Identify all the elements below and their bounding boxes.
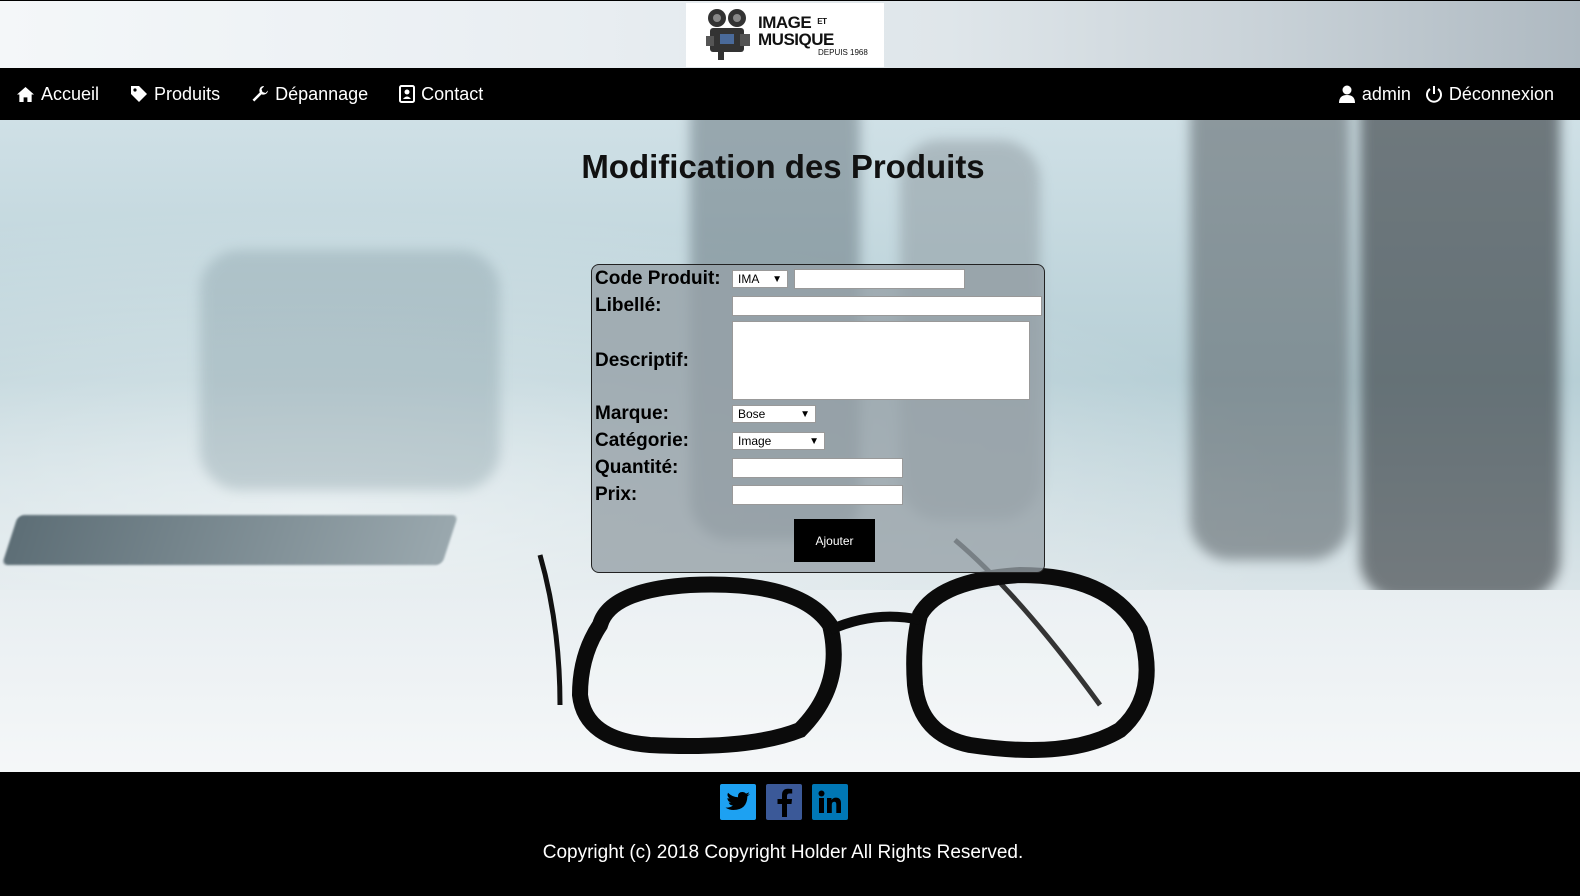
nav-item-logout[interactable]: Déconnexion xyxy=(1425,84,1554,105)
dropdown-arrow-icon: ▼ xyxy=(772,273,782,285)
logo-line3: DEPUIS 1968 xyxy=(818,47,868,57)
ajouter-button[interactable]: Ajouter xyxy=(794,519,875,562)
social-links xyxy=(720,784,858,820)
nav-item-user[interactable]: admin xyxy=(1338,84,1411,105)
nav-item-produits[interactable]: Produits xyxy=(130,84,220,105)
categorie-value: Image xyxy=(738,434,772,448)
dropdown-arrow-icon: ▼ xyxy=(809,435,819,447)
descriptif-label: Descriptif: xyxy=(595,349,689,371)
tag-icon xyxy=(131,86,148,102)
nav-label-user: admin xyxy=(1361,83,1411,104)
marque-select[interactable]: Bose ▼ xyxy=(732,405,816,423)
main-navbar: Accueil Produits Dépannage Contact admin… xyxy=(0,68,1580,120)
libelle-input[interactable] xyxy=(732,296,1042,316)
background-photo-window xyxy=(200,250,500,490)
quantite-input[interactable] xyxy=(732,458,903,478)
user-icon xyxy=(1338,85,1355,103)
nav-item-accueil[interactable]: Accueil xyxy=(16,84,99,105)
background-photo-person xyxy=(1360,120,1560,600)
site-logo[interactable]: IMAGE ET MUSIQUE DEPUIS 1968 xyxy=(686,3,884,67)
copyright-text: Copyright (c) 2018 Copyright Holder All … xyxy=(542,842,1024,863)
code-prefix-value: IMA xyxy=(738,272,760,286)
main-content: Modification des Produits Code Produit: … xyxy=(0,120,1580,772)
footer: Copyright (c) 2018 Copyright Holder All … xyxy=(0,772,1580,896)
code-produit-input[interactable] xyxy=(794,269,965,289)
nav-label-logout: Déconnexion xyxy=(1448,83,1554,104)
camera-logo-icon xyxy=(704,8,752,62)
background-photo-person xyxy=(1190,120,1350,560)
marque-label: Marque: xyxy=(595,403,669,424)
marque-value: Bose xyxy=(738,407,766,421)
nav-label-depannage: Dépannage xyxy=(275,83,369,104)
home-icon xyxy=(17,86,34,102)
prix-input[interactable] xyxy=(732,485,903,505)
twitter-icon[interactable] xyxy=(720,784,756,820)
nav-label-produits: Produits xyxy=(154,83,221,104)
code-produit-label: Code Produit: xyxy=(595,268,721,289)
page-title: Modification des Produits xyxy=(581,148,985,185)
facebook-icon[interactable] xyxy=(766,784,802,820)
logo-line2: MUSIQUE xyxy=(758,29,834,49)
header-banner: IMAGE ET MUSIQUE DEPUIS 1968 xyxy=(0,0,1580,68)
quantite-label: Quantité: xyxy=(595,457,679,478)
nav-label-accueil: Accueil xyxy=(41,83,100,104)
nav-item-depannage[interactable]: Dépannage xyxy=(251,84,368,105)
prix-label: Prix: xyxy=(595,484,638,505)
code-prefix-select[interactable]: IMA ▼ xyxy=(732,270,788,288)
categorie-label: Catégorie: xyxy=(595,430,689,451)
linkedin-icon[interactable] xyxy=(812,784,848,820)
dropdown-arrow-icon: ▼ xyxy=(800,408,810,420)
wrench-icon xyxy=(252,86,269,102)
nav-label-contact: Contact xyxy=(421,83,484,104)
product-form: Code Produit: IMA ▼ Libellé: Descriptif:… xyxy=(591,264,1045,573)
background-photo-tablet xyxy=(1,515,459,565)
libelle-label: Libellé: xyxy=(595,295,662,316)
power-icon xyxy=(1425,86,1442,103)
logo-line1-small: ET xyxy=(817,16,827,26)
categorie-select[interactable]: Image ▼ xyxy=(732,432,825,450)
logo-line1: IMAGE xyxy=(758,12,812,32)
descriptif-textarea[interactable] xyxy=(732,321,1030,400)
nav-item-contact[interactable]: Contact xyxy=(399,84,483,105)
contact-card-icon xyxy=(399,85,416,103)
